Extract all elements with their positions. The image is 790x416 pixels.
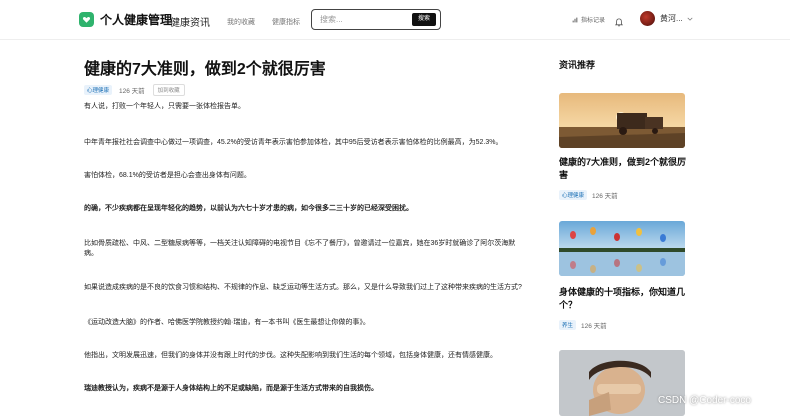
article-time: 126 天前	[119, 88, 145, 95]
top-header: 个人健康管理 健康资讯 我的收藏 健康指标 搜索 指标记录 黄河...	[0, 0, 790, 40]
article-paragraph: 有人说，打败一个年轻人，只需要一张体检报告单。	[84, 103, 245, 110]
tired-person-photo[interactable]	[559, 350, 685, 416]
heart-shield-icon	[79, 12, 94, 27]
main-nav: 健康资讯 我的收藏 健康指标	[170, 14, 317, 29]
nav-health-news[interactable]: 健康资讯	[170, 14, 210, 29]
card-title[interactable]: 健康的7大准则，做到2个就很厉害	[559, 156, 689, 181]
card-meta: 心理健康 126 天前	[559, 190, 618, 200]
search-input[interactable]	[320, 13, 404, 26]
brand-logo[interactable]: 个人健康管理	[79, 11, 172, 28]
metric-record-link[interactable]: 指标记录	[572, 15, 605, 24]
article-meta: 心理健康 126 天前 加到收藏	[84, 84, 185, 96]
article-paragraph: 他指出，文明发展迅速，但我们的身体并没有跟上时代的步伐。这种失配影响到我们生活的…	[84, 352, 497, 359]
nav-my-favorites[interactable]: 我的收藏	[227, 17, 255, 27]
article-paragraph: 害怕体检，68.1%的受访者是担心会查出身体有问题。	[84, 172, 251, 179]
farm-sunset-photo[interactable]	[559, 93, 685, 148]
card-meta: 养生 126 天前	[559, 320, 607, 330]
bell-icon[interactable]	[615, 14, 623, 32]
article-paragraph: 如果说造成疾病的是不良的饮食习惯和结构、不规律的作息、缺乏运动等生活方式。那么，…	[84, 284, 522, 291]
chevron-down-icon	[687, 17, 693, 21]
article-paragraph: 比如骨质疏松、中风、二型糖尿病等等，一档关注认知障碍的电视节目《忘不了餐厅》，曾…	[84, 240, 516, 257]
brand-name: 个人健康管理	[100, 13, 173, 27]
card-time: 126 天前	[581, 323, 607, 330]
avatar	[640, 11, 655, 26]
card-tag[interactable]: 养生	[559, 320, 577, 330]
sidebar-title: 资讯推荐	[559, 60, 596, 70]
card-tag[interactable]: 心理健康	[559, 190, 588, 200]
user-name: 黄河...	[660, 14, 683, 23]
csdn-watermark: CSDN @Coder-coco	[658, 395, 751, 406]
add-favorite-button[interactable]: 加到收藏	[152, 84, 185, 96]
nav-health-metrics[interactable]: 健康指标	[272, 17, 300, 27]
article-paragraph: 《运动改造大脑》的作者、哈佛医学院教授约翰·瑞迪，有一本书叫《医生最想让你做的事…	[84, 318, 370, 326]
article-paragraph: 的确，不少疾病都在呈现年轻化的趋势，以前认为六七十岁才患的病，如今很多二三十岁的…	[84, 204, 413, 212]
metric-record-label: 指标记录	[581, 18, 606, 24]
user-menu[interactable]: 黄河...	[640, 11, 693, 26]
chart-icon	[572, 17, 578, 22]
article-body: 有人说，打败一个年轻人，只需要一张体检报告单。 中年青年报社社会调查中心做过一项…	[84, 102, 524, 393]
article-tag[interactable]: 心理健康	[84, 85, 113, 95]
hot-air-balloons-photo[interactable]	[559, 221, 685, 276]
article-paragraph: 瑞迪教授认为，疾病不是源于人身体结构上的不足或缺陷，而是源于生活方式带来的自我损…	[84, 384, 378, 392]
card-title[interactable]: 身体健康的十项指标，你知道几个？	[559, 286, 689, 311]
article-title: 健康的7大准则，做到2个就很厉害	[84, 61, 326, 78]
search-box: 搜索	[311, 9, 441, 30]
article-paragraph: 中年青年报社社会调查中心做过一项调查，45.2%的受访青年表示害怕参加体检，其中…	[84, 138, 503, 146]
card-time: 126 天前	[592, 193, 618, 200]
search-button[interactable]: 搜索	[412, 13, 436, 26]
